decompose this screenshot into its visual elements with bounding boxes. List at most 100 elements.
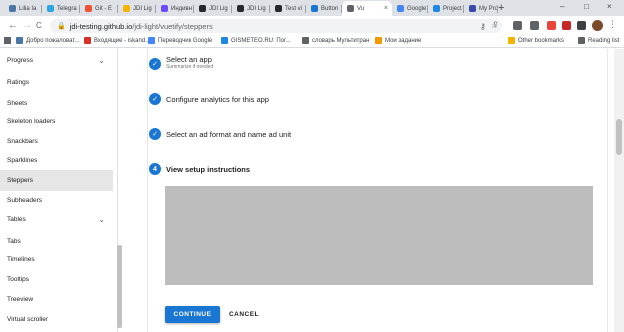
profile-avatar[interactable]: [592, 20, 603, 31]
browser-tab[interactable]: JDI Lig: [194, 1, 232, 16]
cancel-button[interactable]: CANCEL: [224, 306, 264, 323]
bookmark-label: Мои задание: [385, 37, 422, 44]
sidebar-item-snackbars[interactable]: Snackbars: [0, 131, 113, 152]
sidebar-item-virtual-scroller[interactable]: Virtual scroller: [0, 309, 113, 330]
sidebar-item-ratings[interactable]: Ratings: [0, 72, 113, 93]
browser-tab-strip: Lilia Ia Telegra Git - E JDI Lig Индивн JDI L…: [0, 0, 624, 16]
chevron-down-icon[interactable]: ⌄: [98, 56, 105, 65]
tab-favicon-icon: [161, 5, 168, 12]
apps-icon[interactable]: [4, 37, 14, 44]
tab-favicon-icon: [237, 5, 244, 12]
page-scrollbar-track[interactable]: [614, 49, 624, 332]
window-close-icon[interactable]: ×: [607, 2, 612, 11]
browser-tab[interactable]: Telegra: [42, 1, 80, 16]
bookmark-icon: [148, 37, 155, 44]
bookmark-icon: [84, 37, 91, 44]
browser-menu-icon[interactable]: ⋮: [608, 19, 617, 30]
browser-tab[interactable]: Vu ×: [342, 1, 392, 16]
tab-title: My Pro: [479, 5, 498, 12]
sidebar-item-label: Steppers: [7, 177, 34, 184]
maximize-icon[interactable]: □: [584, 2, 589, 11]
tab-favicon-icon: [123, 5, 130, 12]
bookmark-item[interactable]: Other bookmarks: [508, 37, 564, 44]
browser-tab[interactable]: Индивн: [156, 1, 194, 16]
continue-button[interactable]: CONTINUE: [165, 306, 220, 323]
bookmark-item[interactable]: Переводчик Google: [148, 37, 212, 44]
extension-icon[interactable]: [513, 21, 522, 30]
bookmark-label: словарь Мультитран: [312, 37, 370, 44]
chevron-down-icon[interactable]: ⌄: [98, 215, 105, 224]
browser-tab[interactable]: JDI Lig: [118, 1, 156, 16]
sidebar-item-treeview[interactable]: Treeview: [0, 289, 113, 310]
share-icon[interactable]: ⇪: [492, 20, 499, 29]
browser-tab[interactable]: Project: [428, 1, 464, 16]
extension-icon[interactable]: [547, 21, 556, 30]
bookmark-item[interactable]: словарь Мультитран: [302, 37, 369, 44]
tab-title: JDI Lig: [247, 5, 266, 12]
bookmark-item[interactable]: Добро пожаловат...: [16, 37, 79, 44]
step-title[interactable]: Select an ad format and name ad unit: [166, 130, 291, 139]
tab-favicon-icon: [433, 5, 440, 12]
key-icon[interactable]: ⚷: [480, 22, 486, 31]
bookmark-item[interactable]: Мои задание: [375, 37, 421, 44]
sidebar-item-progress[interactable]: Progress ⌄: [0, 50, 113, 71]
browser-tab[interactable]: Button: [306, 1, 342, 16]
tab-favicon-icon: [311, 5, 318, 12]
extension-icon[interactable]: [530, 21, 539, 30]
sidebar-item-label: Treeview: [7, 296, 34, 303]
forward-icon[interactable]: →: [22, 20, 32, 31]
sidebar-item-label: Timelines: [7, 256, 35, 263]
bookmarks-bar: Добро пожаловат... Входящие - iskand... Пе…: [0, 36, 624, 48]
sidebar-item-label: Sheets: [7, 100, 28, 107]
tab-title: Telegra: [57, 5, 77, 12]
sidebar-item-tooltips[interactable]: Tooltips: [0, 269, 113, 290]
back-icon[interactable]: ←: [8, 20, 18, 31]
sidebar-item-label: Tooltips: [7, 276, 30, 283]
tab-title: Git - E: [95, 5, 113, 12]
lock-icon[interactable]: 🔒: [57, 22, 66, 30]
url-text[interactable]: jdi-testing.github.io/jdi-light/vuetify/…: [70, 22, 213, 31]
browser-tab[interactable]: My Pro: [464, 1, 498, 16]
sidebar-item-skeleton-loaders[interactable]: Skeleton loaders: [0, 111, 113, 132]
tab-title: Button: [321, 5, 339, 12]
browser-tab[interactable]: Test vi: [270, 1, 306, 16]
step-title[interactable]: Select an app: [166, 55, 212, 64]
tab-title: Индивн: [171, 5, 192, 12]
sidebar-item-label: Ratings: [7, 79, 30, 86]
new-tab-button[interactable]: +: [498, 2, 504, 14]
sidebar-item-timelines[interactable]: Timelines: [0, 249, 113, 270]
step-title[interactable]: Configure analytics for this app: [166, 95, 269, 104]
bookmark-item[interactable]: Reading list: [578, 37, 619, 44]
sidebar-scrollbar[interactable]: [117, 245, 122, 328]
tab-title: Vu: [357, 5, 365, 12]
reload-icon[interactable]: C: [36, 21, 42, 30]
sidebar-item-subheaders[interactable]: Subheaders: [0, 190, 113, 211]
minimize-icon[interactable]: –: [560, 2, 564, 11]
sidebar-item-label: Progress: [7, 57, 34, 64]
page-scrollbar-thumb[interactable]: [616, 119, 622, 155]
tab-title: Google: [407, 5, 427, 12]
extension-icon[interactable]: [577, 21, 586, 30]
page-content: Progress ⌄ Ratings Sheets Skeleton loaders Sn…: [0, 49, 624, 332]
tab-favicon-icon: [469, 5, 476, 12]
bookmark-label: Входящие - iskand...: [94, 37, 151, 44]
tab-favicon-icon: [397, 5, 404, 12]
bookmark-item[interactable]: Входящие - iskand...: [84, 37, 150, 44]
browser-tab[interactable]: Git - E: [80, 1, 118, 16]
sidebar-item-sparklines[interactable]: Sparklines: [0, 150, 113, 171]
browser-tab[interactable]: Lilia Ia: [4, 1, 42, 16]
tab-favicon-icon: [47, 5, 54, 12]
extension-icon[interactable]: [562, 21, 571, 30]
browser-tab[interactable]: Google: [392, 1, 428, 16]
step-title[interactable]: View setup instructions: [166, 165, 250, 174]
tab-close-icon[interactable]: ×: [384, 5, 388, 12]
bookmark-item[interactable]: GISMETEO.RU: Пог...: [221, 37, 290, 44]
bookmark-icon: [508, 37, 515, 44]
bookmark-icon: [16, 37, 23, 44]
browser-tab[interactable]: JDI Lig: [232, 1, 270, 16]
stepper-card: ✓ Select an app Summarize if needed ✓ Config…: [147, 49, 608, 332]
tab-title: JDI Lig: [133, 5, 152, 12]
address-bar[interactable]: 🔒 jdi-testing.github.io/jdi-light/vuetif…: [50, 19, 502, 33]
sidebar-item-steppers[interactable]: Steppers: [0, 170, 113, 191]
sidebar-item-tables[interactable]: Tables ⌄: [0, 209, 113, 230]
